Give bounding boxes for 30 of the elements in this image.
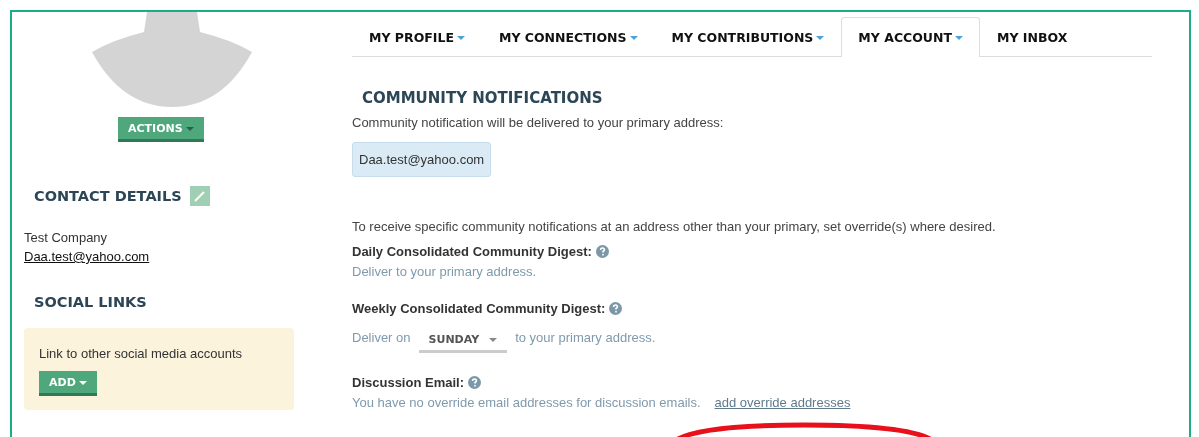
caret-icon	[489, 337, 498, 342]
tab[interactable]: MY INBOX	[980, 17, 1085, 57]
section-heading: COMMUNITY NOTIFICATIONS	[362, 89, 604, 107]
setting-label: Weekly Consolidated Community Digest:	[352, 301, 606, 316]
tab[interactable]: MY CONTRIBUTIONS	[654, 17, 842, 57]
help-icon[interactable]	[595, 245, 609, 258]
add-override-link[interactable]: add override addresses	[714, 395, 851, 410]
social-links-text: Link to other social media accounts	[39, 346, 243, 361]
override-note: To receive specific community notifications at an address other than your primary, set override(s) where desired.	[352, 219, 997, 234]
intro-text: Community notification will be delivered to your primary address:	[352, 115, 725, 130]
help-icon[interactable]	[468, 376, 481, 389]
setting-text: Deliver to your primary address.	[352, 264, 538, 279]
social-links-heading: SOCIAL LINKS	[34, 294, 148, 310]
caret-icon	[185, 126, 194, 131]
setting-label: Discussion Email:	[352, 375, 464, 390]
email-link[interactable]: Daa.test@yahoo.com	[24, 249, 312, 264]
primary-email-chip: Daa.test@yahoo.com	[352, 142, 492, 177]
help-icon[interactable]	[609, 302, 623, 315]
setting-text: Deliver on	[352, 329, 411, 345]
contact-details-heading: CONTACT DETAILS	[34, 188, 182, 204]
caret-icon	[78, 380, 87, 385]
company-name: Test Company	[24, 230, 109, 245]
setting-text: to your primary address.	[515, 329, 656, 345]
setting-label: Daily Consolidated Community Digest:	[352, 244, 592, 259]
day-dropdown[interactable]: SUNDAY	[418, 327, 508, 353]
tab[interactable]: MY ACCOUNT	[841, 17, 980, 57]
setting-text: You have no override email addresses for discussion emails.	[352, 395, 701, 410]
tab[interactable]: MY CONNECTIONS	[481, 17, 655, 57]
tab[interactable]: MY PROFILE	[352, 17, 482, 57]
pencil-icon[interactable]	[189, 186, 210, 206]
